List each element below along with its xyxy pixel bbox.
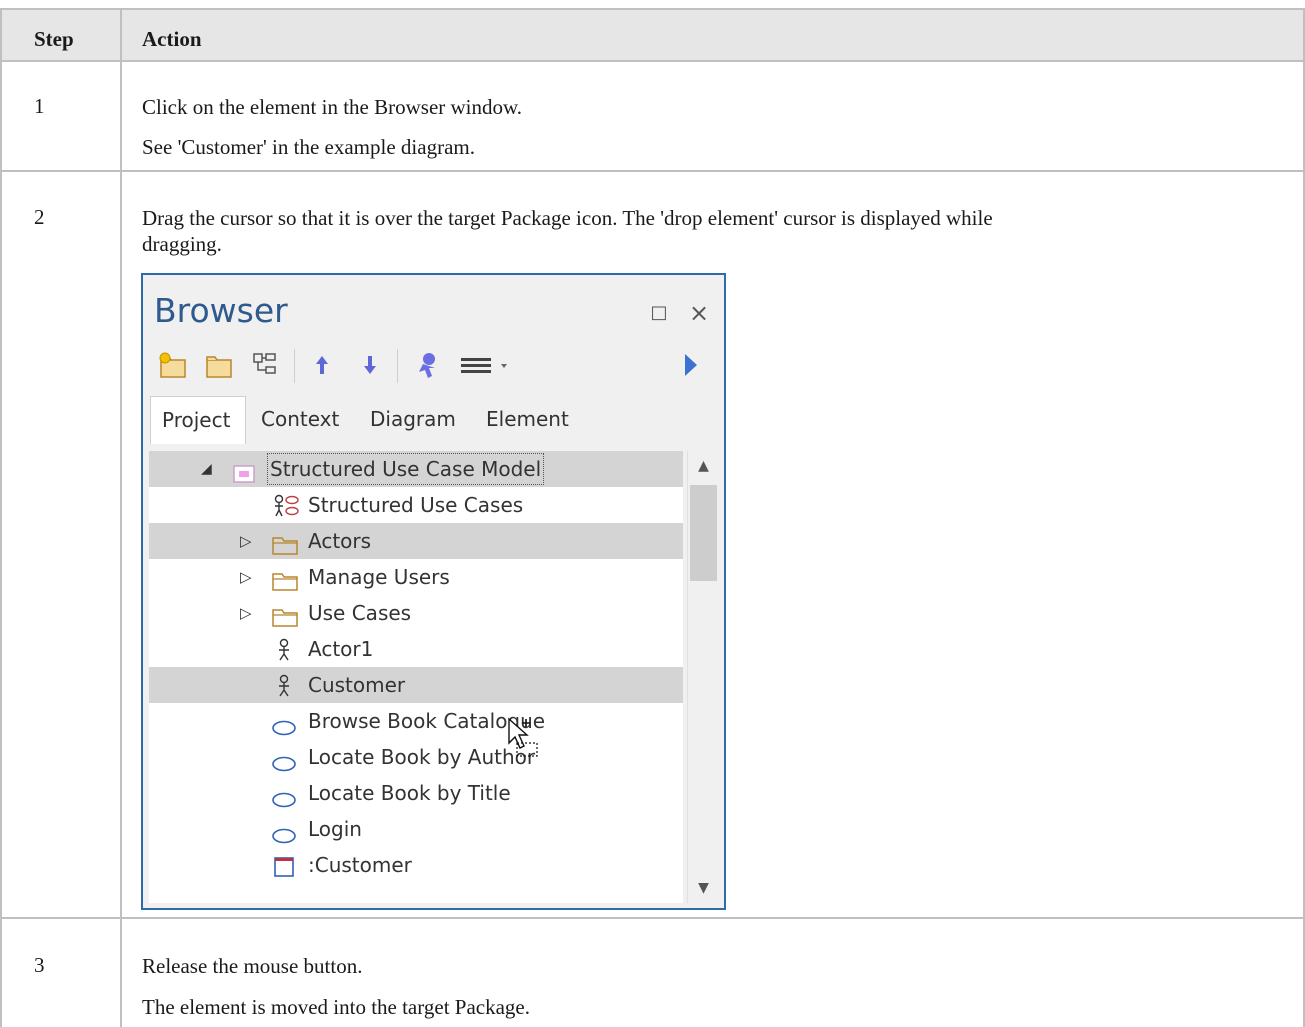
column-divider [120, 8, 122, 1027]
collapse-icon[interactable]: ◢ [201, 451, 212, 487]
action-line: The element is moved into the target Pac… [142, 995, 530, 1019]
tree-item-label: Structured Use Cases [308, 493, 524, 517]
tab-diagram[interactable]: Diagram [370, 396, 474, 444]
tree-item-label: Actor1 [308, 637, 374, 661]
tree-item-label: Locate Book by Title [308, 781, 511, 805]
tree-item-customer-instance[interactable]: :Customer [149, 847, 683, 883]
tree-item-label: Login [308, 817, 362, 841]
tab-element[interactable]: Element [486, 396, 590, 444]
tree-item-use-cases[interactable]: ▷ Use Cases [149, 595, 683, 631]
tree-item-structured-use-case-model[interactable]: ◢ Structured Use Case Model [149, 451, 683, 487]
action-line: dragging. [142, 232, 222, 256]
play-icon[interactable] [679, 350, 703, 380]
action-line: Drag the cursor so that it is over the t… [142, 206, 993, 230]
tree-item-label: :Customer [308, 853, 412, 877]
actor-icon [276, 637, 298, 661]
tree-item-login[interactable]: Login [149, 811, 683, 847]
action-line: Click on the element in the Browser wind… [142, 95, 523, 119]
tree-item-structured-use-cases[interactable]: Structured Use Cases [149, 487, 683, 523]
drop-element-cursor-icon [507, 717, 541, 763]
tree-item-locate-book-by-author[interactable]: Locate Book by Author [149, 739, 683, 775]
tab-project[interactable]: Project [150, 396, 246, 444]
usecase-icon [271, 748, 297, 772]
folder-icon[interactable] [203, 350, 235, 380]
toolbar-separator [294, 349, 295, 383]
usecase-diagram-icon [273, 493, 299, 517]
close-icon[interactable]: × [689, 301, 709, 325]
tree-item-label: Locate Book by Author [308, 745, 536, 769]
scroll-up-icon[interactable]: ▲ [688, 451, 719, 481]
row-divider [0, 170, 1305, 172]
tree-item-label: Actors [308, 529, 372, 553]
tree-item-locate-book-by-title[interactable]: Locate Book by Title [149, 775, 683, 811]
toolbar-separator [397, 349, 398, 383]
row-divider [0, 60, 1305, 62]
actor-icon [276, 673, 298, 697]
tree-item-label: Customer [308, 673, 406, 697]
action-line: Release the mouse button. [142, 954, 363, 978]
usecase-icon [271, 784, 297, 808]
locate-icon[interactable] [411, 350, 443, 380]
move-down-icon[interactable] [357, 350, 383, 380]
folder-icon [272, 567, 298, 591]
tree-item-label: Structured Use Case Model [266, 453, 545, 485]
table-border-top [0, 8, 1305, 10]
step-number: 3 [34, 953, 45, 977]
header-step: Step [34, 27, 74, 51]
step-number: 2 [34, 205, 45, 229]
row-divider [0, 917, 1305, 919]
browser-title: Browser [154, 291, 288, 330]
step-number: 1 [34, 94, 45, 118]
move-up-icon[interactable] [309, 350, 335, 380]
scroll-down-icon[interactable]: ▼ [688, 873, 719, 903]
tree-item-label: Use Cases [308, 601, 412, 625]
tree-scrollbar[interactable]: ▲ ▼ [687, 451, 719, 903]
tree-item-actor1[interactable]: Actor1 [149, 631, 683, 667]
usecase-icon [271, 820, 297, 844]
browser-window: Browser □ × Project Context Diagram Elem… [141, 273, 726, 910]
usecase-icon [271, 712, 297, 736]
tree-item-customer[interactable]: Customer [149, 667, 683, 703]
folder-icon [272, 603, 298, 627]
tree-item-browse-book-catalogue[interactable]: Browse Book Catalogue [149, 703, 683, 739]
table-border-left [0, 8, 2, 1027]
tree-item-label: Manage Users [308, 565, 450, 589]
scroll-thumb[interactable] [690, 485, 717, 581]
new-package-icon[interactable] [157, 350, 189, 380]
package-model-icon [233, 459, 255, 483]
expand-icon[interactable]: ▷ [240, 523, 252, 559]
folder-icon [272, 531, 298, 555]
header-action: Action [142, 27, 202, 51]
tree-item-actors[interactable]: ▷ Actors [149, 523, 683, 559]
project-tree[interactable]: ◢ Structured Use Case Model Structured U… [149, 451, 683, 903]
expand-icon[interactable]: ▷ [240, 559, 252, 595]
tree-item-manage-users[interactable]: ▷ Manage Users [149, 559, 683, 595]
instance-icon [273, 853, 295, 877]
action-line: See 'Customer' in the example diagram. [142, 135, 475, 159]
tab-context[interactable]: Context [261, 396, 357, 444]
expand-icon[interactable]: ▷ [240, 595, 252, 631]
maximize-icon[interactable]: □ [649, 303, 669, 323]
hierarchy-icon[interactable] [249, 350, 281, 380]
menu-icon[interactable] [457, 350, 515, 380]
